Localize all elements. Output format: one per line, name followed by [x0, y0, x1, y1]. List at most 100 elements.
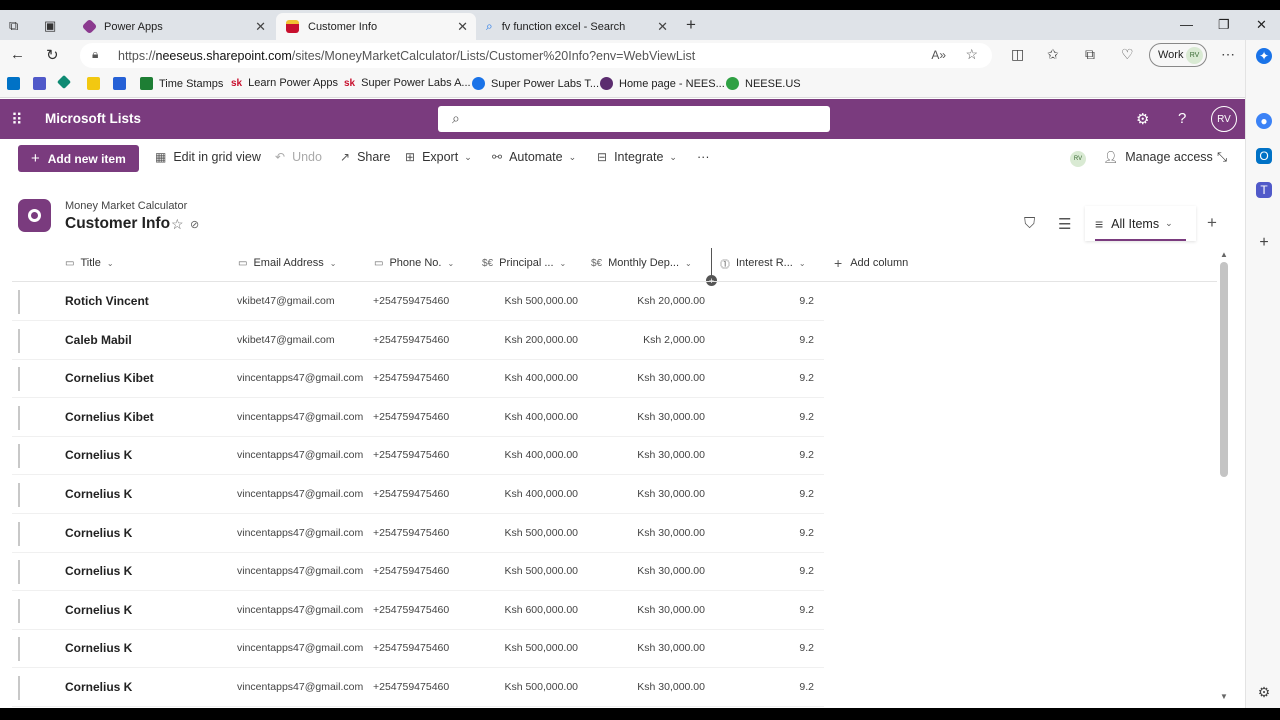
follow-check-icon[interactable]: ⊘: [190, 218, 199, 231]
tab-search[interactable]: ⌕ fv function excel - Search ✕: [476, 13, 676, 40]
power-automate-bookmark-icon[interactable]: [113, 77, 132, 90]
scroll-up-icon[interactable]: ▲: [1220, 250, 1228, 259]
table-row[interactable]: Cornelius K vincentapps47@gmail.com +25475…: [12, 476, 824, 514]
more-menu-icon[interactable]: ⋯: [1221, 46, 1235, 63]
minimize-icon[interactable]: —: [1180, 17, 1193, 32]
tab-power-apps[interactable]: Power Apps ✕: [74, 13, 274, 40]
cell-title[interactable]: Cornelius Kibet: [65, 410, 154, 424]
column-header-phone[interactable]: ▭ Phone No. ⌄: [374, 252, 454, 274]
add-view-icon[interactable]: +: [1207, 213, 1217, 233]
bookmark-super-power-labs-t[interactable]: Super Power Labs T...: [472, 77, 599, 90]
row-select-handle[interactable]: [18, 328, 20, 353]
performance-icon[interactable]: ♡: [1121, 46, 1134, 63]
view-options-icon[interactable]: ☰: [1058, 215, 1071, 233]
undo-button[interactable]: ↶ Undo: [275, 150, 322, 164]
scroll-down-icon[interactable]: ▼: [1220, 692, 1228, 701]
row-select-handle[interactable]: [18, 367, 20, 392]
favorite-star-icon[interactable]: ☆: [965, 46, 978, 63]
more-commands-button[interactable]: ···: [697, 150, 710, 164]
cell-title[interactable]: Cornelius K: [65, 526, 132, 540]
bookmark-super-power-labs-a[interactable]: sk Super Power Labs A...: [344, 77, 471, 89]
tab-customer-info[interactable]: Customer Info ✕: [276, 13, 476, 40]
column-header-interest[interactable]: ⓵ Interest R... ⌄: [720, 252, 806, 274]
collections-icon[interactable]: ⧉: [1085, 46, 1095, 63]
cell-title[interactable]: Cornelius K: [65, 487, 132, 501]
table-row[interactable]: Cornelius K vincentapps47@gmail.com +25475…: [12, 437, 824, 476]
refresh-icon[interactable]: ↻: [46, 46, 59, 64]
dataverse-bookmark-icon[interactable]: [56, 74, 75, 90]
outlook-bookmark-icon[interactable]: [7, 77, 26, 90]
favorite-star-icon[interactable]: ☆: [171, 216, 184, 233]
app-name[interactable]: Microsoft Lists: [45, 111, 141, 126]
filter-icon[interactable]: ⛉: [1024, 215, 1035, 232]
new-tab-icon[interactable]: +: [686, 15, 696, 35]
close-tab-icon[interactable]: ✕: [657, 19, 668, 35]
table-row[interactable]: Cornelius K vincentapps47@gmail.com +25475…: [12, 553, 824, 592]
cell-title[interactable]: Caleb Mabil: [65, 333, 132, 347]
add-sidebar-icon[interactable]: +: [1256, 234, 1272, 251]
table-row[interactable]: Rotich Vincent vkibet47@gmail.com +2547594…: [12, 283, 824, 321]
row-select-handle[interactable]: [18, 483, 20, 507]
apps-icon[interactable]: ●: [1256, 113, 1272, 129]
column-header-principal[interactable]: $€ Principal ... ⌄: [482, 252, 566, 274]
cell-title[interactable]: Cornelius K: [65, 564, 132, 578]
row-select-handle[interactable]: [18, 444, 20, 469]
column-header-title[interactable]: ▭ Title ⌄: [65, 252, 114, 274]
table-row[interactable]: Cornelius Kibet vincentapps47@gmail.com +2…: [12, 399, 824, 437]
row-select-handle[interactable]: [18, 290, 20, 314]
teams-bookmark-icon[interactable]: [33, 77, 52, 90]
export-button[interactable]: ⊞ Export ⌄: [405, 150, 472, 164]
maximize-icon[interactable]: ❐: [1218, 17, 1230, 33]
bookmark-learn-power-apps[interactable]: sk Learn Power Apps: [231, 77, 338, 89]
settings-gear-icon[interactable]: ⚙: [1136, 110, 1149, 128]
row-select-handle[interactable]: [18, 405, 20, 430]
column-header-monthly[interactable]: $€ Monthly Dep... ⌄: [591, 252, 692, 274]
collapse-icon[interactable]: ⤡: [1217, 150, 1227, 165]
share-button[interactable]: ↗ Share: [340, 150, 390, 164]
scrollbar-thumb[interactable]: [1220, 262, 1228, 477]
table-row[interactable]: Cornelius Kibet vincentapps47@gmail.com +2…: [12, 360, 824, 399]
add-new-item-button[interactable]: + Add new item: [18, 145, 139, 172]
work-profile-button[interactable]: Work RV: [1149, 43, 1207, 67]
view-selector-all-items[interactable]: ≡ All Items ⌄: [1085, 206, 1196, 241]
table-row[interactable]: Cornelius K vincentapps47@gmail.com +25475…: [12, 592, 824, 630]
automate-button[interactable]: ⚯ Automate ⌄: [492, 150, 576, 164]
bookmark-time-stamps[interactable]: Time Stamps: [140, 77, 223, 90]
search-input[interactable]: ⌕: [438, 106, 830, 132]
cell-title[interactable]: Cornelius K: [65, 603, 132, 617]
add-column-button[interactable]: + Add column: [834, 252, 908, 274]
cell-title[interactable]: Cornelius K: [65, 680, 132, 694]
bookmark-neese-us[interactable]: NEESE.US: [726, 77, 801, 90]
help-icon[interactable]: ?: [1178, 110, 1186, 127]
column-header-email[interactable]: ▭ Email Address ⌄: [238, 252, 336, 274]
integrate-button[interactable]: ⊟ Integrate ⌄: [597, 150, 677, 164]
cell-title[interactable]: Rotich Vincent: [65, 294, 149, 308]
copilot-icon[interactable]: ✦: [1256, 48, 1272, 64]
app-launcher-icon[interactable]: ⠿: [11, 110, 23, 130]
bookmark-home-page[interactable]: Home page - NEES...: [600, 77, 725, 90]
table-row[interactable]: Caleb Mabil vkibet47@gmail.com +2547594754…: [12, 322, 824, 360]
table-row[interactable]: Cornelius K vincentapps47@gmail.com +25475…: [12, 630, 824, 669]
close-tab-icon[interactable]: ✕: [255, 19, 266, 35]
sidebar-settings-icon[interactable]: ⚙: [1256, 684, 1272, 700]
shared-with-avatar[interactable]: RV: [1070, 151, 1086, 167]
teams-icon[interactable]: T: [1256, 182, 1272, 198]
table-row[interactable]: Cornelius K vincentapps47@gmail.com +25475…: [12, 669, 824, 707]
address-bar[interactable]: 🔒︎ https://neeseus.sharepoint.com/sites/…: [80, 43, 992, 68]
row-select-handle[interactable]: [18, 676, 20, 700]
favorites-icon[interactable]: ✩: [1047, 46, 1059, 63]
table-row[interactable]: Cornelius K vincentapps47@gmail.com +25475…: [12, 515, 824, 553]
edit-grid-view-button[interactable]: ▦ Edit in grid view: [155, 150, 261, 164]
split-screen-icon[interactable]: ◫: [1011, 46, 1024, 63]
row-select-handle[interactable]: [18, 598, 20, 623]
site-name[interactable]: Money Market Calculator: [65, 200, 187, 212]
read-aloud-icon[interactable]: A»: [931, 48, 946, 62]
workspaces-icon[interactable]: ⧉: [9, 18, 18, 34]
outlook-icon[interactable]: O: [1256, 148, 1272, 164]
cell-title[interactable]: Cornelius K: [65, 448, 132, 462]
row-select-handle[interactable]: [18, 637, 20, 662]
column-resize-handle[interactable]: [711, 248, 712, 278]
user-avatar[interactable]: RV: [1211, 106, 1237, 132]
cell-title[interactable]: Cornelius Kibet: [65, 371, 154, 385]
row-select-handle[interactable]: [18, 560, 20, 585]
